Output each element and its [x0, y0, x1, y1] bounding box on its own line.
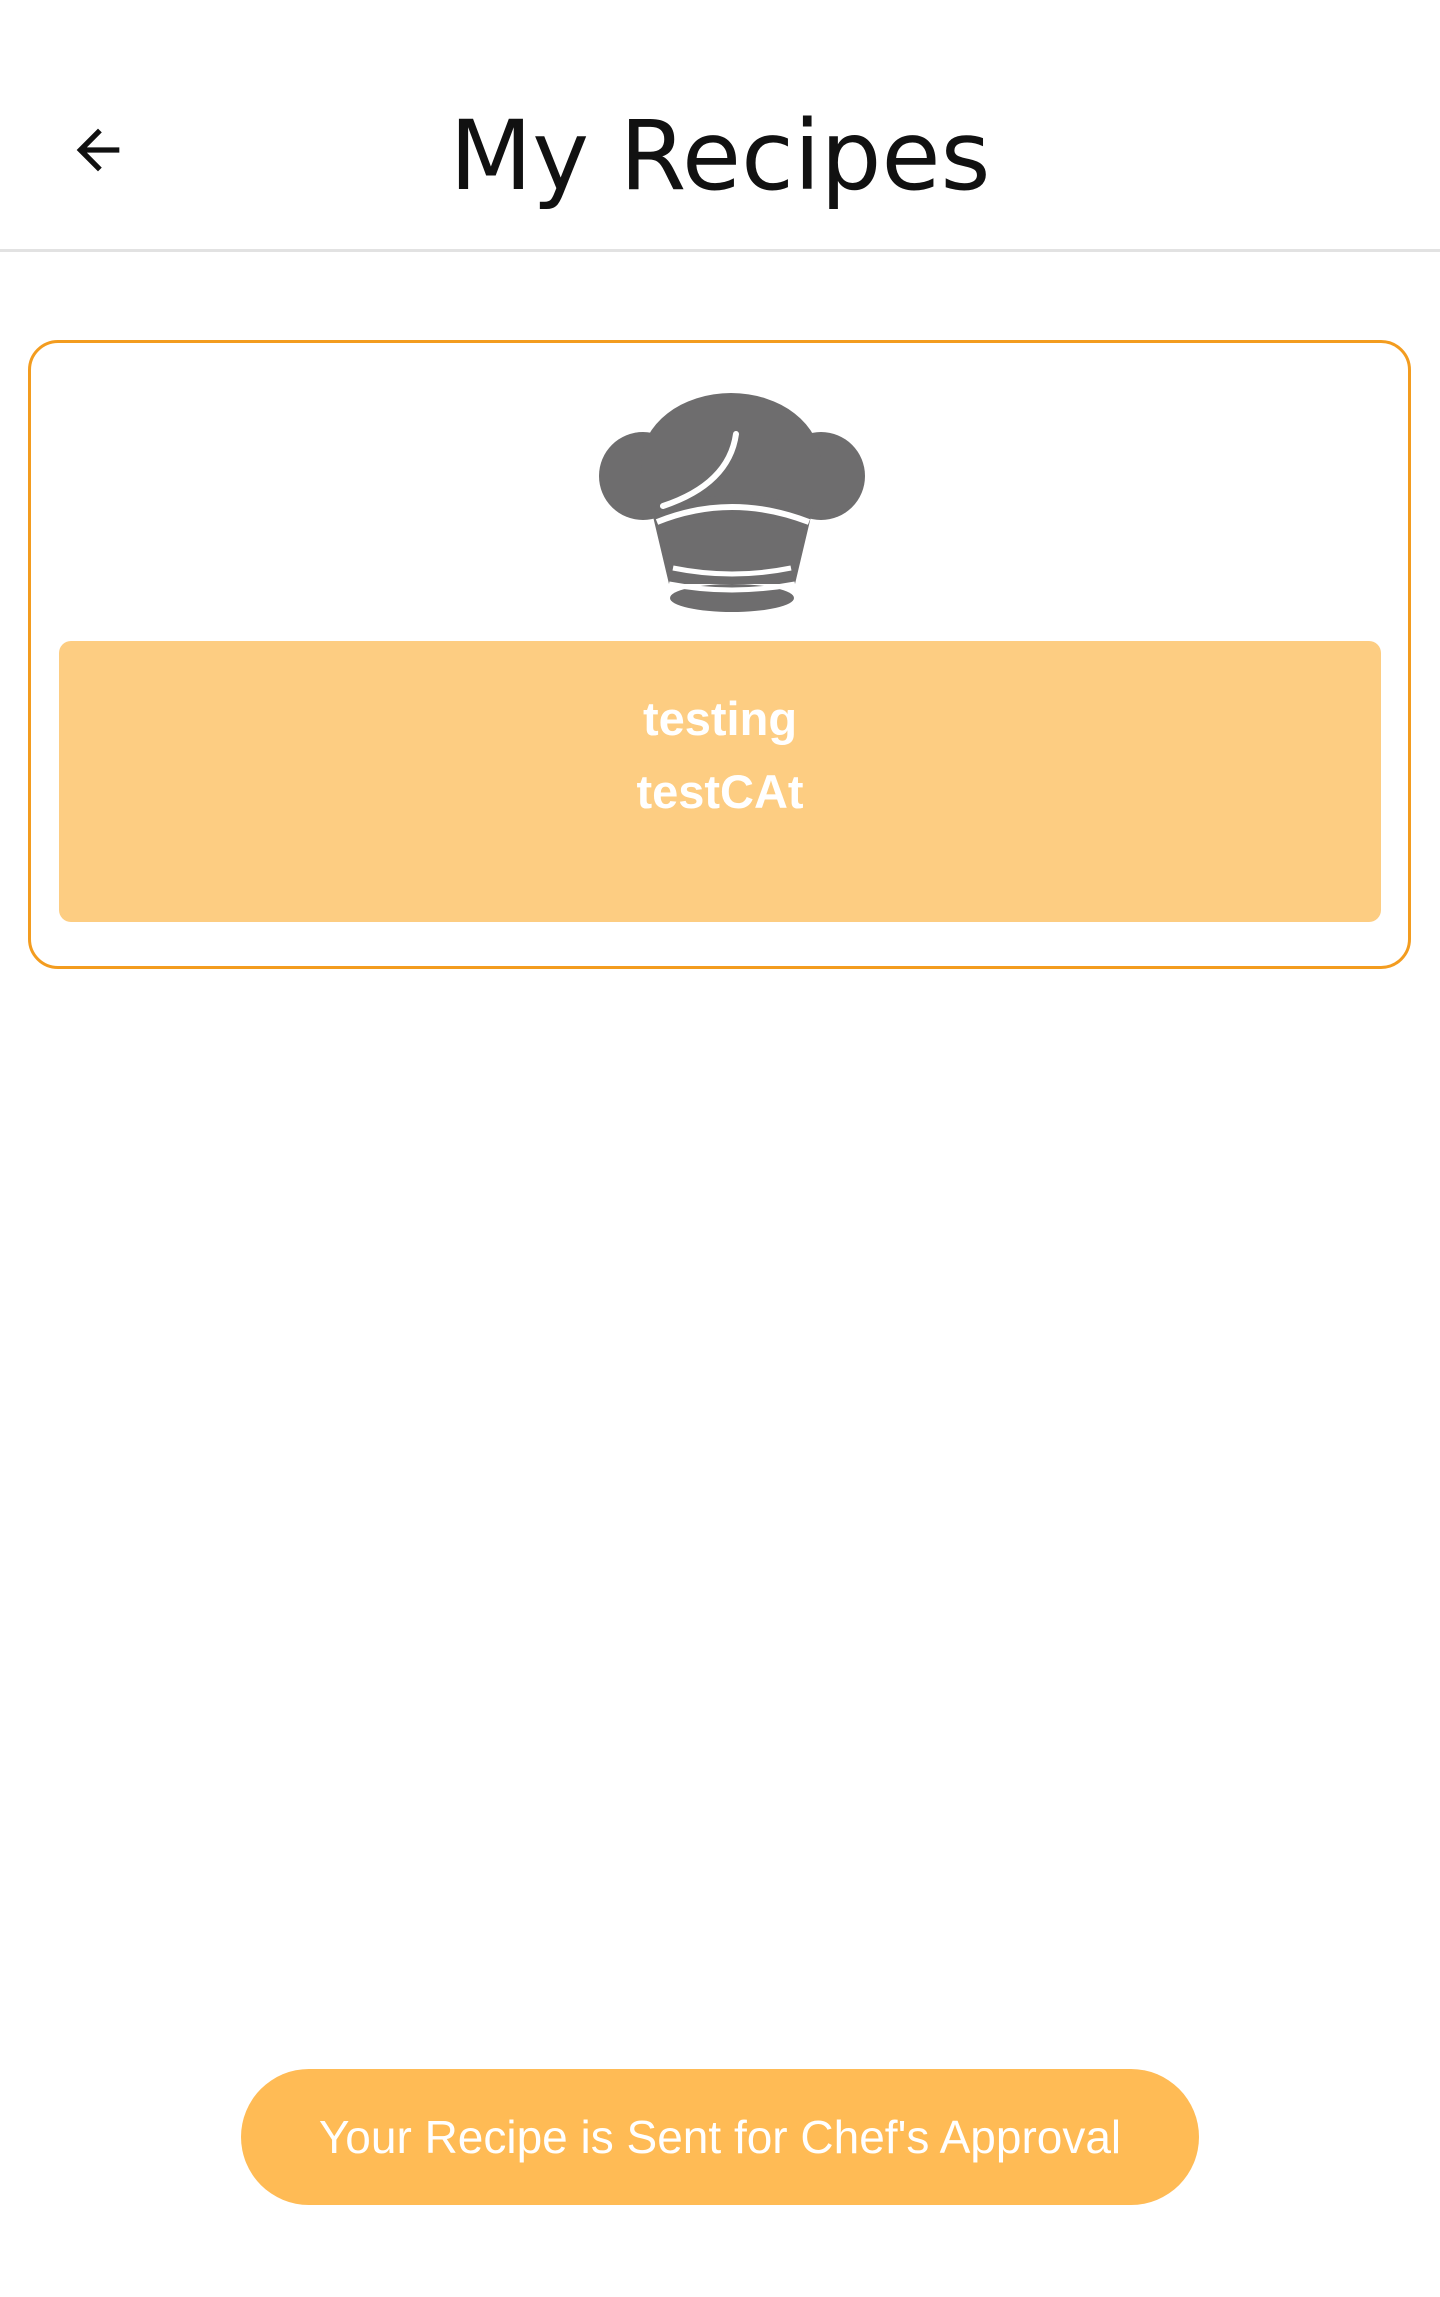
recipe-name: testing — [642, 692, 798, 745]
recipe-info-panel: testing testCAt — [59, 641, 1381, 922]
page-title: My Recipes — [449, 100, 991, 212]
recipe-category: testCAt — [636, 765, 804, 818]
recipe-card[interactable]: testing testCAt — [28, 340, 1411, 969]
approval-toast: Your Recipe is Sent for Chef's Approval — [241, 2069, 1199, 2205]
chef-hat-icon — [581, 388, 881, 618]
app-bar: My Recipes — [0, 0, 1440, 252]
